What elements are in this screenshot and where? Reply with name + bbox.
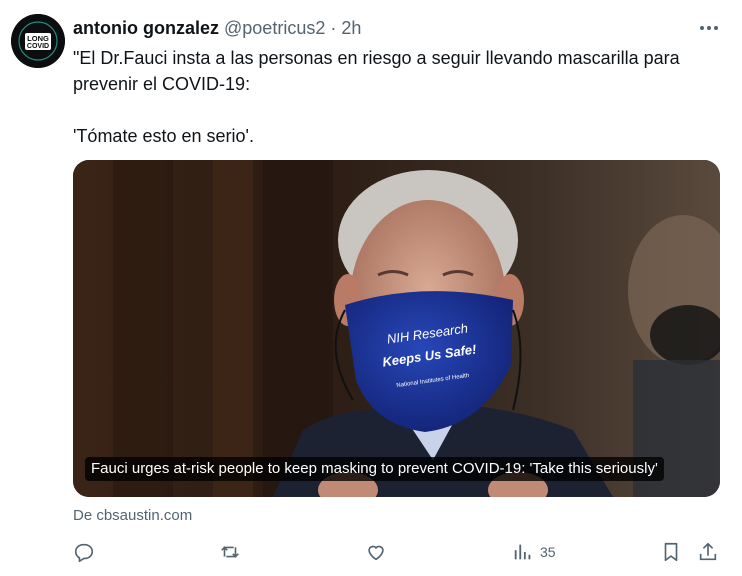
author-handle[interactable]: @poetricus2 <box>224 18 325 38</box>
share-icon <box>697 541 719 563</box>
retweet-icon <box>219 541 241 563</box>
card-source[interactable]: De cbsaustin.com <box>73 505 192 527</box>
heart-icon <box>365 541 387 563</box>
tweet-header: antonio gonzalez @poetricus2 · 2h <box>73 16 361 40</box>
svg-text:COVID: COVID <box>27 43 49 50</box>
reply-icon <box>73 541 95 563</box>
tweet-paragraph: 'Tómate esto en serio'. <box>73 126 254 146</box>
share-button[interactable] <box>697 538 719 566</box>
timestamp[interactable]: 2h <box>341 18 361 38</box>
like-button[interactable] <box>365 538 387 566</box>
tweet-paragraph: "El Dr.Fauci insta a las personas en rie… <box>73 48 680 94</box>
views-icon <box>512 541 534 563</box>
reply-button[interactable] <box>73 538 95 566</box>
avatar[interactable]: LONG COVID <box>11 14 65 68</box>
bookmark-button[interactable] <box>660 538 682 566</box>
author-name[interactable]: antonio gonzalez <box>73 18 219 38</box>
more-options-icon[interactable] <box>696 16 722 40</box>
tweet[interactable]: LONG COVID antonio gonzalez @poetricus2 … <box>0 0 742 576</box>
separator-dot: · <box>330 18 337 38</box>
tweet-text: "El Dr.Fauci insta a las personas en rie… <box>73 45 713 149</box>
card-image: NIH Research Keeps Us Safe! National Ins… <box>73 160 720 497</box>
views-button[interactable]: 35 <box>512 538 556 566</box>
views-count: 35 <box>540 544 556 560</box>
card-caption: Fauci urges at-risk people to keep maski… <box>85 457 664 481</box>
retweet-button[interactable] <box>219 538 241 566</box>
svg-text:LONG: LONG <box>27 34 49 43</box>
link-card[interactable]: NIH Research Keeps Us Safe! National Ins… <box>73 160 720 497</box>
bookmark-icon <box>660 541 682 563</box>
